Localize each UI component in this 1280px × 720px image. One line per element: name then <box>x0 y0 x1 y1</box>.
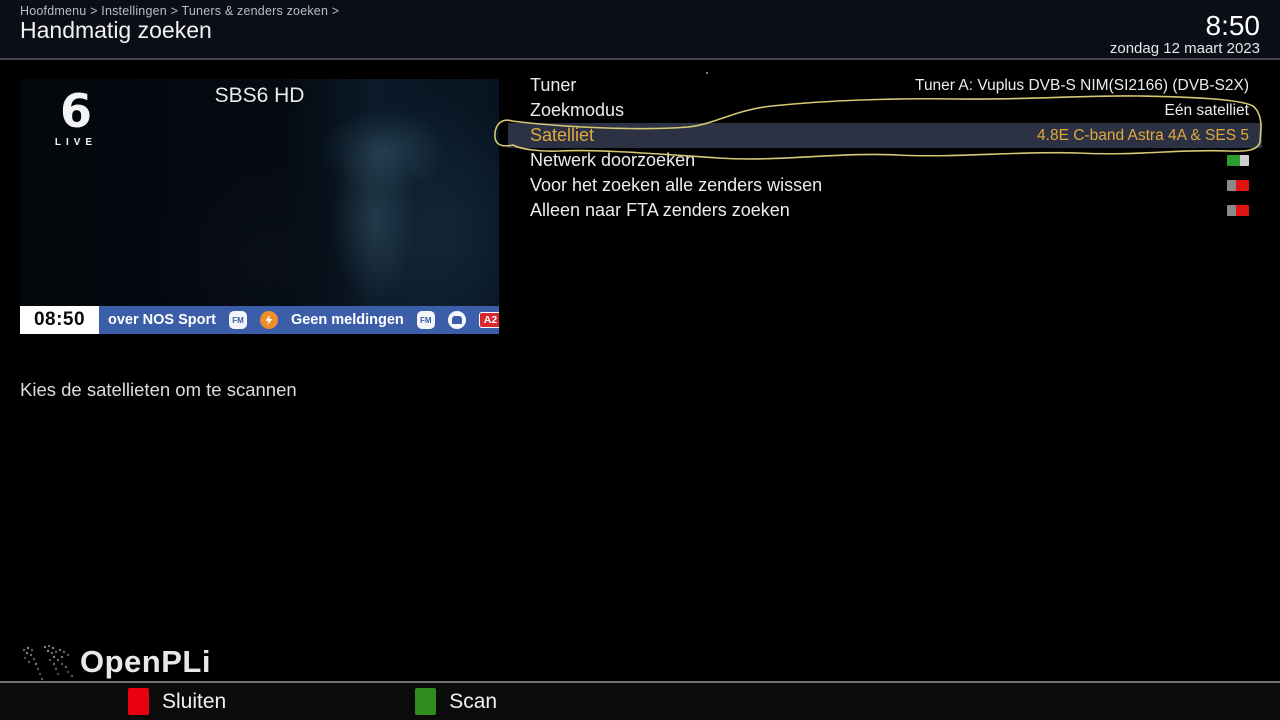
ticker-item-nos-sport: over NOS Sport <box>108 312 216 328</box>
setting-row-fta-zoeken[interactable]: Alleen naar FTA zenders zoeken <box>508 198 1262 223</box>
page-title: Handmatig zoeken <box>20 17 212 44</box>
sbs6-live-logo: 6 LIVE <box>46 87 106 148</box>
close-button[interactable]: Sluiten <box>128 688 226 715</box>
setting-label: Tuner <box>530 75 576 96</box>
live-label: LIVE <box>46 137 106 148</box>
setting-label: Satelliet <box>530 125 594 146</box>
clock: 8:50 <box>1206 10 1261 42</box>
scan-button-label: Scan <box>449 690 497 714</box>
setting-label: Netwerk doorzoeken <box>530 150 695 171</box>
setting-label: Zoekmodus <box>530 100 624 121</box>
tv-screen: Hoofdmenu > Instellingen > Tuners & zend… <box>0 0 1280 720</box>
scan-button[interactable]: Scan <box>415 688 497 715</box>
setting-label: Voor het zoeken alle zenders wissen <box>530 175 822 196</box>
traffic-ticker: 08:50 over NOS Sport FM Geen meldingen F… <box>20 306 499 334</box>
setting-row-tuner[interactable]: Tuner Tuner A: Vuplus DVB-S NIM(SI2166) … <box>508 73 1262 98</box>
breadcrumb: Hoofdmenu > Instellingen > Tuners & zend… <box>20 4 339 18</box>
header: Hoofdmenu > Instellingen > Tuners & zend… <box>0 0 1280 60</box>
pixel-artifact <box>706 72 708 74</box>
speed-camera-icon <box>260 311 278 329</box>
setting-value: 4.8E C-band Astra 4A & SES 5 <box>594 127 1249 145</box>
flitsmeister-icon: FM <box>229 311 247 329</box>
setting-value: Eén satelliet <box>624 102 1249 120</box>
green-key-icon <box>415 688 436 715</box>
sbs6-logo-digit: 6 <box>46 87 106 135</box>
ticker-item-meldingen: Geen meldingen <box>291 312 404 328</box>
video-preview: SBS6 HD 6 LIVE 08:50 over NOS Sport FM G… <box>20 79 499 334</box>
toggle-off-icon[interactable] <box>1227 205 1249 216</box>
setting-row-satelliet-selected[interactable]: Satelliet 4.8E C-band Astra 4A & SES 5 <box>508 123 1262 148</box>
setting-row-zoekmodus[interactable]: Zoekmodus Eén satelliet <box>508 98 1262 123</box>
brand-area: OpenPLi <box>18 640 211 684</box>
close-button-label: Sluiten <box>162 690 226 714</box>
red-key-icon <box>128 688 149 715</box>
setting-label: Alleen naar FTA zenders zoeken <box>530 200 790 221</box>
traffic-jam-icon <box>448 311 466 329</box>
openpli-logo: OpenPLi <box>80 644 211 680</box>
setting-value: Tuner A: Vuplus DVB-S NIM(SI2166) (DVB-S… <box>576 77 1249 95</box>
ticker-strip: over NOS Sport FM Geen meldingen FM A2 E… <box>99 306 499 334</box>
toggle-off-icon[interactable] <box>1227 180 1249 191</box>
world-map-icon <box>18 640 78 684</box>
hint-text: Kies de satellieten om te scannen <box>20 379 297 401</box>
date: zondag 12 maart 2023 <box>1110 40 1260 57</box>
settings-list: Tuner Tuner A: Vuplus DVB-S NIM(SI2166) … <box>508 73 1262 223</box>
highway-a2-badge: A2 <box>479 312 499 328</box>
toggle-on-icon[interactable] <box>1227 155 1249 166</box>
footer-key-bar: Sluiten Scan <box>0 683 1280 720</box>
setting-row-zenders-wissen[interactable]: Voor het zoeken alle zenders wissen <box>508 173 1262 198</box>
setting-row-netwerk-doorzoeken[interactable]: Netwerk doorzoeken <box>508 148 1262 173</box>
flitsmeister-icon: FM <box>417 311 435 329</box>
ticker-time: 08:50 <box>20 306 99 334</box>
